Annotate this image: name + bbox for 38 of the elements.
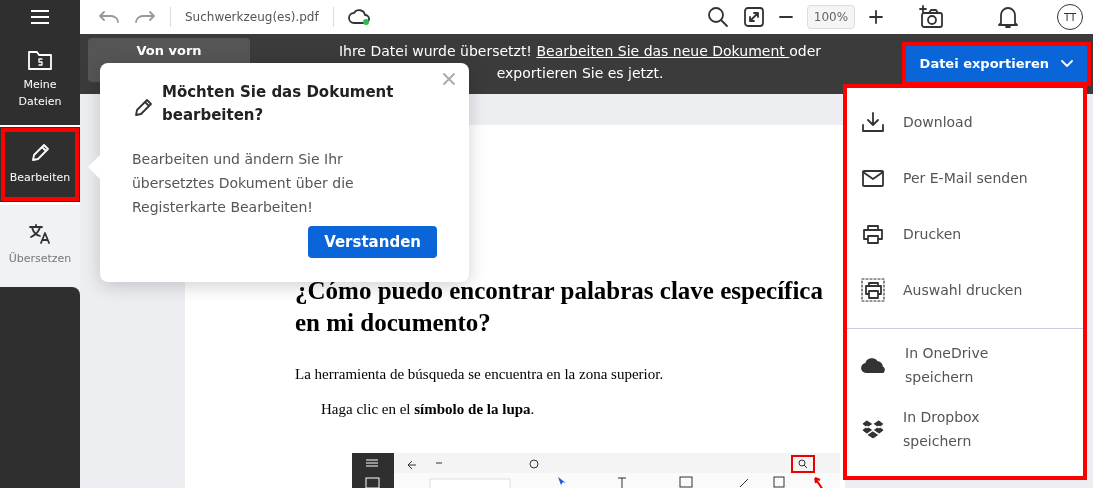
sidebar-tab[interactable]: Übersetzen xyxy=(0,205,80,285)
got-it-button[interactable]: Verstanden xyxy=(308,225,437,258)
document-heading: en mi documento? xyxy=(295,308,492,338)
download-icon xyxy=(861,111,885,133)
translate-icon xyxy=(28,222,52,245)
edit-document-link[interactable]: Bearbeiten Sie das neue Dokument xyxy=(536,43,790,59)
menu-item[interactable]: Auswahl drucken xyxy=(843,262,1087,318)
camera-add-icon[interactable] xyxy=(919,5,945,29)
redo-icon[interactable] xyxy=(134,10,156,24)
popup-text: Bearbeiten und ändern Sie Ihr übersetztes Dokument über die Registerkarte Bearbeiten! xyxy=(132,150,355,217)
zoom-in-icon[interactable] xyxy=(869,10,883,24)
dropbox-icon xyxy=(861,418,885,440)
menu-item[interactable]: Per E-Mail senden xyxy=(843,150,1087,206)
undo-icon[interactable] xyxy=(98,10,120,24)
cloud-icon xyxy=(861,356,887,374)
printer-icon xyxy=(861,223,885,245)
bell-icon[interactable] xyxy=(997,5,1019,29)
menu-item[interactable]: Drucken xyxy=(843,206,1087,262)
menu-item[interactable]: Download xyxy=(843,94,1087,150)
document-paragraph: Haga clic en el símbolo de la lupa. xyxy=(320,399,536,419)
menu-item[interactable]: In OneDrive speichern xyxy=(843,333,1087,397)
pencil-icon xyxy=(134,97,154,117)
menu-icon[interactable] xyxy=(31,10,49,24)
sidebar-tab[interactable]: Meine Dateien xyxy=(0,34,80,125)
fit-screen-icon[interactable] xyxy=(743,6,765,28)
document-paragraph: La herramienta de búsqueda se encuentra en la zona superior. xyxy=(295,365,665,384)
mail-icon xyxy=(861,168,885,188)
file-name: Suchwerkzeug(es).pdf xyxy=(185,9,319,26)
search-icon[interactable] xyxy=(707,6,729,28)
menu-item[interactable]: In Dropbox speichern xyxy=(843,397,1087,461)
folder-icon xyxy=(27,49,53,71)
zoom-field[interactable]: 100% xyxy=(807,5,855,29)
sidebar-tab[interactable]: Bearbeiten xyxy=(0,127,80,202)
chevron-down-icon xyxy=(1061,60,1073,68)
popup-title: Möchten Sie das Dokument bearbeiten? xyxy=(162,82,395,126)
cloud-sync-icon[interactable] xyxy=(347,7,372,27)
document-heading: ¿Cómo puedo encontrar palabras clave específica xyxy=(295,276,824,306)
print-selection-icon xyxy=(861,278,885,302)
